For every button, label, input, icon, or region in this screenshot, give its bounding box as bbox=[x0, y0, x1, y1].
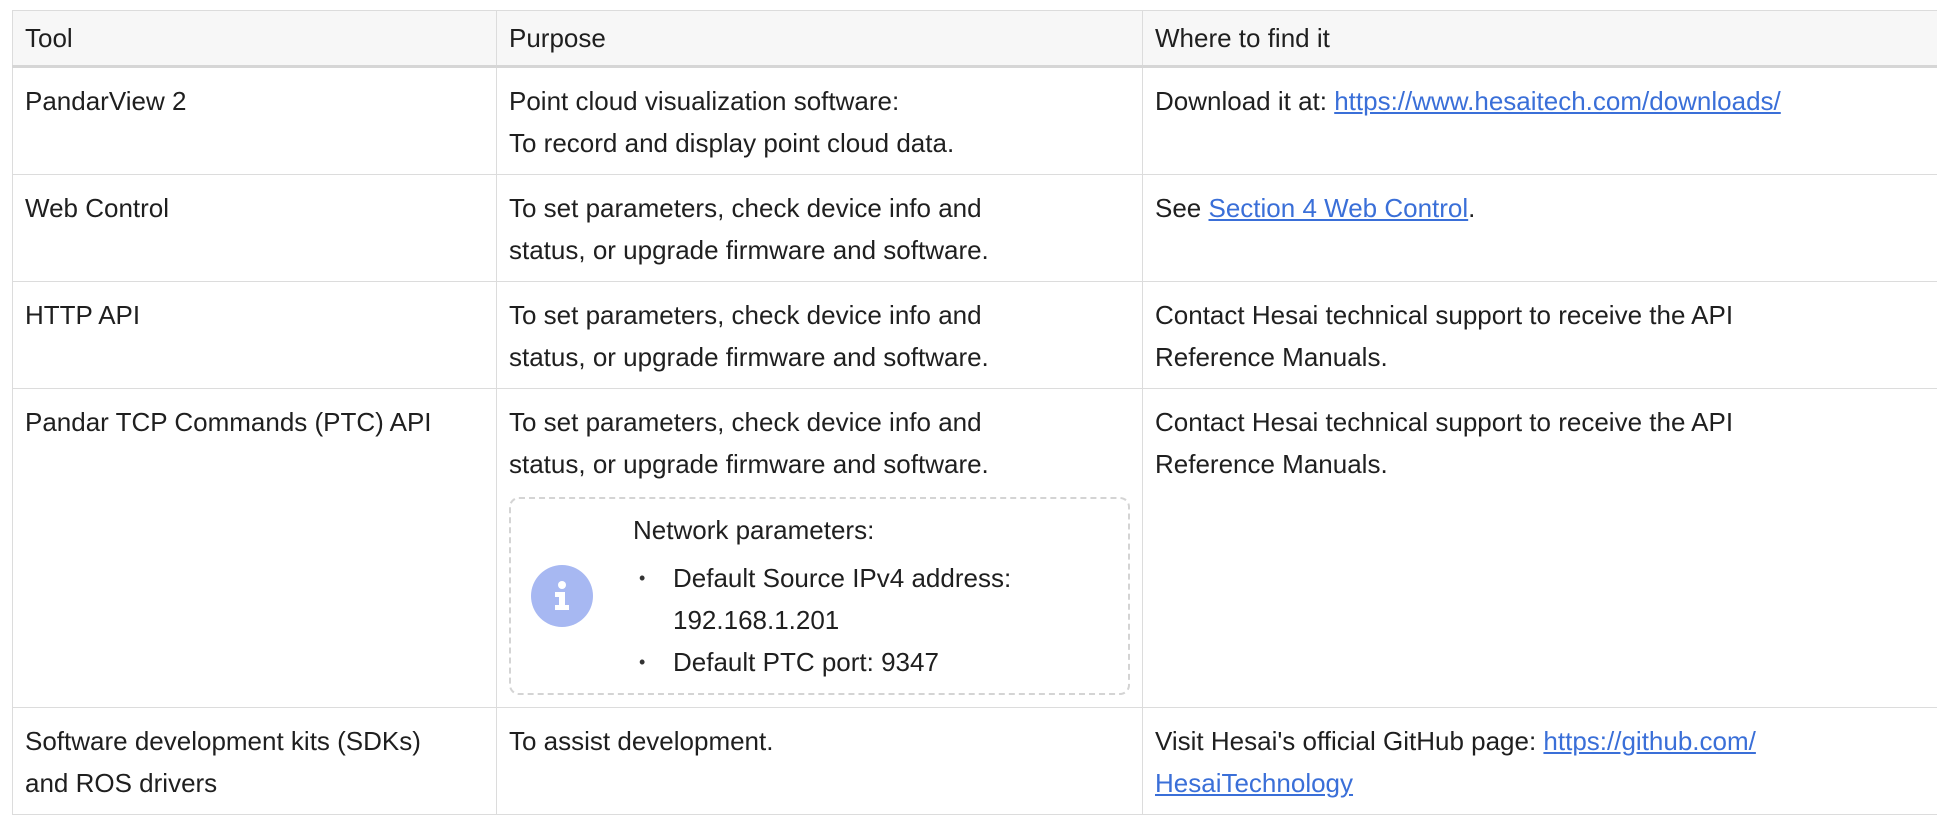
tools-table: Tool Purpose Where to find it PandarView… bbox=[12, 10, 1937, 815]
tool-name: HTTP API bbox=[25, 294, 484, 336]
list-item-line: Default PTC port: 9347 bbox=[673, 641, 1114, 683]
tool-name: and ROS drivers bbox=[25, 762, 484, 804]
where-text: See bbox=[1155, 193, 1209, 223]
purpose-line: To assist development. bbox=[509, 720, 1130, 762]
cell-where: Contact Hesai technical support to recei… bbox=[1143, 282, 1937, 389]
downloads-link[interactable]: https://www.hesaitech.com/downloads/ bbox=[1334, 86, 1781, 116]
tool-name: PandarView 2 bbox=[25, 80, 484, 122]
purpose-line: To record and display point cloud data. bbox=[509, 122, 1130, 164]
info-icon-glyph bbox=[545, 579, 579, 613]
cell-tool: Pandar TCP Commands (PTC) API bbox=[13, 389, 497, 708]
note-body: Network parameters: Default Source IPv4 … bbox=[633, 509, 1114, 683]
where-text: Download it at: bbox=[1155, 86, 1334, 116]
purpose-line: status, or upgrade firmware and software… bbox=[509, 443, 1130, 485]
cell-purpose: To set parameters, check device info and… bbox=[497, 282, 1143, 389]
list-item: Default PTC port: 9347 bbox=[633, 641, 1114, 683]
cell-where: See Section 4 Web Control. bbox=[1143, 175, 1937, 282]
cell-tool: Web Control bbox=[13, 175, 497, 282]
cell-purpose: Point cloud visualization software: To r… bbox=[497, 67, 1143, 175]
cell-purpose: To set parameters, check device info and… bbox=[497, 389, 1143, 708]
tools-table-container: Tool Purpose Where to find it PandarView… bbox=[12, 10, 1937, 815]
tool-name: Software development kits (SDKs) bbox=[25, 720, 484, 762]
where-text: Visit Hesai's official GitHub page: bbox=[1155, 726, 1543, 756]
cell-tool: PandarView 2 bbox=[13, 67, 497, 175]
cell-where: Visit Hesai's official GitHub page: http… bbox=[1143, 708, 1937, 815]
purpose-line: To set parameters, check device info and bbox=[509, 187, 1130, 229]
where-text-suffix: . bbox=[1468, 193, 1475, 223]
where-line: Contact Hesai technical support to recei… bbox=[1155, 294, 1925, 336]
github-link-part: https://github.com/ bbox=[1543, 726, 1755, 756]
note-title: Network parameters: bbox=[633, 509, 1114, 551]
purpose-line: status, or upgrade firmware and software… bbox=[509, 336, 1130, 378]
purpose-line: Point cloud visualization software: bbox=[509, 80, 1130, 122]
info-note: Network parameters: Default Source IPv4 … bbox=[509, 497, 1130, 695]
purpose-line: To set parameters, check device info and bbox=[509, 401, 1130, 443]
table-row: PandarView 2 Point cloud visualization s… bbox=[13, 67, 1937, 175]
header-tool: Tool bbox=[13, 11, 497, 67]
info-icon bbox=[531, 565, 593, 627]
where-line: Reference Manuals. bbox=[1155, 336, 1925, 378]
cell-purpose: To set parameters, check device info and… bbox=[497, 175, 1143, 282]
purpose-line: To set parameters, check device info and bbox=[509, 294, 1130, 336]
where-line: Reference Manuals. bbox=[1155, 443, 1925, 485]
cell-purpose: To assist development. bbox=[497, 708, 1143, 815]
section-4-link[interactable]: Section 4 Web Control bbox=[1209, 193, 1469, 223]
where-line: Contact Hesai technical support to recei… bbox=[1155, 401, 1925, 443]
table-row: Software development kits (SDKs) and ROS… bbox=[13, 708, 1937, 815]
table-row: Pandar TCP Commands (PTC) API To set par… bbox=[13, 389, 1937, 708]
cell-where: Contact Hesai technical support to recei… bbox=[1143, 389, 1937, 708]
list-item: Default Source IPv4 address: 192.168.1.2… bbox=[633, 557, 1114, 641]
header-purpose: Purpose bbox=[497, 11, 1143, 67]
table-row: HTTP API To set parameters, check device… bbox=[13, 282, 1937, 389]
note-list: Default Source IPv4 address: 192.168.1.2… bbox=[633, 557, 1114, 683]
github-link-part: HesaiTechnology bbox=[1155, 768, 1353, 798]
list-item-line: Default Source IPv4 address: bbox=[673, 557, 1114, 599]
header-where: Where to find it bbox=[1143, 11, 1937, 67]
cell-tool: Software development kits (SDKs) and ROS… bbox=[13, 708, 497, 815]
tool-name: Pandar TCP Commands (PTC) API bbox=[25, 401, 484, 443]
purpose-line: status, or upgrade firmware and software… bbox=[509, 229, 1130, 271]
table-header-row: Tool Purpose Where to find it bbox=[13, 11, 1937, 67]
table-row: Web Control To set parameters, check dev… bbox=[13, 175, 1937, 282]
list-item-line: 192.168.1.201 bbox=[673, 599, 1114, 641]
tool-name: Web Control bbox=[25, 187, 484, 229]
cell-where: Download it at: https://www.hesaitech.co… bbox=[1143, 67, 1937, 175]
cell-tool: HTTP API bbox=[13, 282, 497, 389]
